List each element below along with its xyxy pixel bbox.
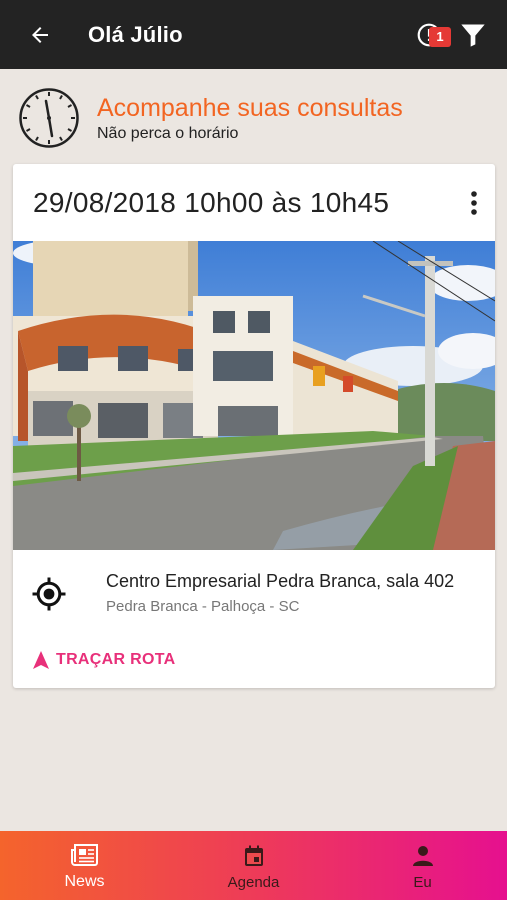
nav-item-news[interactable]: News xyxy=(0,831,169,900)
location-row: Centro Empresarial Pedra Branca, sala 40… xyxy=(13,568,495,620)
filter-icon xyxy=(461,24,485,47)
nav-item-agenda[interactable]: Agenda xyxy=(169,831,338,900)
trace-route-label: TRAÇAR ROTA xyxy=(56,651,176,668)
location-name: Centro Empresarial Pedra Branca, sala 40… xyxy=(106,571,455,591)
arrow-left-icon xyxy=(32,26,48,43)
calendar-icon xyxy=(244,845,263,866)
card-header: 29/08/2018 10h00 às 10h45 xyxy=(13,164,495,241)
filter-button[interactable] xyxy=(451,13,495,57)
nav-item-eu[interactable]: Eu xyxy=(338,831,507,900)
nav-label-news: News xyxy=(64,873,105,890)
header-text: Acompanhe suas consultas Não perca o hor… xyxy=(97,93,403,143)
app-bar-actions: 1 xyxy=(407,13,495,57)
appointment-datetime: 29/08/2018 10h00 às 10h45 xyxy=(33,186,390,218)
back-button[interactable] xyxy=(20,15,60,55)
header-subtitle: Não perca o horário xyxy=(97,125,239,142)
app-bar: Olá Júlio 1 xyxy=(0,0,507,69)
header-title: Acompanhe suas consultas xyxy=(97,94,403,122)
notifications-button[interactable]: 1 xyxy=(407,13,451,57)
bottom-navigation: News Agenda Eu xyxy=(0,831,507,900)
newspaper-icon xyxy=(70,844,98,866)
nav-label-eu: Eu xyxy=(413,873,432,891)
appointment-card[interactable]: 29/08/2018 10h00 às 10h45 Centro Empresa… xyxy=(13,164,495,688)
nav-label-agenda: Agenda xyxy=(227,873,280,891)
trace-route-button[interactable]: TRAÇAR ROTA xyxy=(33,647,175,673)
more-vertical-icon xyxy=(471,191,477,215)
page-title: Olá Júlio xyxy=(88,21,183,47)
building-photo xyxy=(13,241,495,550)
person-icon xyxy=(412,845,433,866)
appointments-header: Acompanhe suas consultas Não perca o hor… xyxy=(18,86,498,150)
gps-target-icon xyxy=(32,577,66,611)
notification-badge: 1 xyxy=(429,26,451,47)
location-detail: Pedra Branca - Palhoça - SC xyxy=(106,598,300,615)
clock-icon xyxy=(19,88,79,148)
navigation-arrow-icon xyxy=(33,651,49,669)
more-options-button[interactable] xyxy=(465,188,483,218)
